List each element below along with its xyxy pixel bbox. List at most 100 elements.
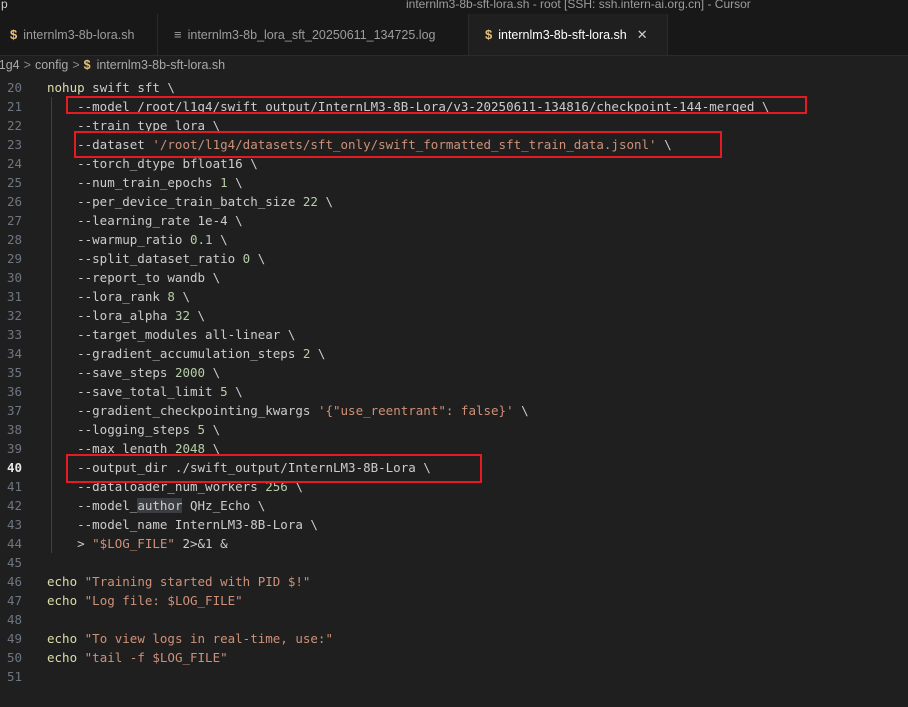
code-line[interactable]: 28 --warmup_ratio 0.1 \ (0, 230, 908, 249)
code-line[interactable]: 50 echo "tail -f $LOG_FILE" (0, 648, 908, 667)
code-token: 22 (302, 194, 318, 209)
code-line[interactable]: 34 --gradient_accumulation_steps 2 \ (0, 344, 908, 363)
code-token: "To view logs in real-time, use:" (84, 631, 333, 646)
line-number: 34 (6, 346, 22, 361)
code-token: --per_device_train_batch_size (47, 194, 303, 209)
line-number: 38 (6, 422, 22, 437)
code-token: \ (227, 384, 243, 399)
code-token: \ (205, 422, 221, 437)
code-line[interactable]: 43 --model_name InternLM3-8B-Lora \ (0, 515, 908, 534)
code-token: \ (212, 232, 228, 247)
code-token: --model_ (47, 498, 138, 513)
line-code: echo "Training started with PID $!" (47, 572, 310, 591)
code-line[interactable]: 42 --model_author QHz_Echo \ (0, 496, 908, 515)
tab-internlm3-8b-lora-sh[interactable]: $ internlm3-8b-lora.sh (0, 14, 158, 55)
dollar-icon: $ (83, 58, 91, 72)
title-bar-left-text: p (1, 0, 8, 11)
code-token: 2000 (174, 365, 206, 380)
breadcrumb-file[interactable]: internlm3-8b-sft-lora.sh (97, 58, 226, 72)
code-token: "tail -f $LOG_FILE" (84, 650, 228, 665)
code-token: author (137, 498, 183, 513)
code-line[interactable]: 27 --learning_rate 1e-4 \ (0, 211, 908, 230)
code-line[interactable]: 32 --lora_alpha 32 \ (0, 306, 908, 325)
code-token: --lora_alpha (47, 308, 175, 323)
breadcrumb-root[interactable]: l1g4 (0, 58, 20, 72)
code-line[interactable]: 35 --save_steps 2000 \ (0, 363, 908, 382)
code-token: 1 (220, 175, 228, 190)
line-number: 47 (6, 593, 22, 608)
line-number: 22 (6, 118, 22, 133)
code-token: swift sft \ (84, 80, 175, 95)
line-code: echo "To view logs in real-time, use:" (47, 629, 333, 648)
line-code: --save_steps 2000 \ (47, 363, 220, 382)
code-token: --model_name InternLM3-8B-Lora \ (47, 517, 318, 532)
code-token: 2>&1 & (174, 536, 228, 551)
code-line[interactable]: 33 --target_modules all-linear \ (0, 325, 908, 344)
tab-label: internlm3-8b-lora.sh (23, 27, 135, 42)
line-number: 25 (6, 175, 22, 190)
line-code: --gradient_accumulation_steps 2 \ (47, 344, 325, 363)
code-token: --report_to wandb \ (47, 270, 221, 285)
line-number: 37 (6, 403, 22, 418)
tab-sft-log[interactable]: ≡ internlm3-8b_lora_sft_20250611_134725.… (158, 14, 469, 55)
code-line[interactable]: 25 --num_train_epochs 1 \ (0, 173, 908, 192)
line-code: echo "tail -f $LOG_FILE" (47, 648, 228, 667)
code-token: "Training started with PID $!" (84, 574, 311, 589)
code-token: \ (317, 194, 333, 209)
code-line[interactable]: 36 --save_total_limit 5 \ (0, 382, 908, 401)
code-token: --target_modules all-linear \ (47, 327, 296, 342)
tab-bar: $ internlm3-8b-lora.sh ≡ internlm3-8b_lo… (0, 14, 908, 56)
line-number: 20 (6, 80, 22, 95)
breadcrumb-folder[interactable]: config (35, 58, 68, 72)
code-line[interactable]: 26 --per_device_train_batch_size 22 \ (0, 192, 908, 211)
code-line[interactable]: 49 echo "To view logs in real-time, use:" (0, 629, 908, 648)
code-token: --logging_steps (47, 422, 198, 437)
code-token: 0.1 (190, 232, 213, 247)
chevron-right-icon: > (72, 58, 80, 72)
code-line[interactable]: 20 nohup swift sft \ (0, 78, 908, 97)
tab-label: internlm3-8b-sft-lora.sh (498, 27, 627, 42)
code-line[interactable]: 29 --split_dataset_ratio 0 \ (0, 249, 908, 268)
code-line[interactable]: 45 (0, 553, 908, 572)
tab-internlm3-8b-sft-lora-sh[interactable]: $ internlm3-8b-sft-lora.sh ✕ (469, 14, 668, 55)
code-line[interactable]: 30 --report_to wandb \ (0, 268, 908, 287)
line-number: 29 (6, 251, 22, 266)
line-number: 49 (6, 631, 22, 646)
line-code: echo "Log file: $LOG_FILE" (47, 591, 243, 610)
code-token: --torch_dtype bfloat16 \ (47, 156, 258, 171)
annotation-box-model (66, 96, 807, 114)
code-line[interactable]: 48 (0, 610, 908, 629)
line-number: 33 (6, 327, 22, 342)
code-line[interactable]: 46 echo "Training started with PID $!" (0, 572, 908, 591)
code-line[interactable]: 37 --gradient_checkpointing_kwargs '{"us… (0, 401, 908, 420)
code-token: \ (174, 289, 191, 304)
line-number: 32 (6, 308, 22, 323)
line-code: --num_train_epochs 1 \ (47, 173, 243, 192)
code-line[interactable]: 31 --lora_rank 8 \ (0, 287, 908, 306)
code-token: --gradient_checkpointing_kwargs (47, 403, 318, 418)
line-code: --model_author QHz_Echo \ (47, 496, 265, 515)
line-code: --learning_rate 1e-4 \ (47, 211, 243, 230)
line-code: --gradient_checkpointing_kwargs '{"use_r… (47, 401, 529, 420)
code-line[interactable]: 51 (0, 667, 908, 686)
code-token: 8 (167, 289, 175, 304)
code-token: 32 (174, 308, 190, 323)
code-token: QHz_Echo \ (182, 498, 266, 513)
line-number: 50 (6, 650, 22, 665)
line-code: --lora_rank 8 \ (47, 287, 190, 306)
code-editor[interactable]: 20 nohup swift sft \ 21 --model /root/l1g4… (0, 78, 908, 707)
close-icon[interactable]: ✕ (637, 27, 648, 43)
code-line[interactable]: 44 > "$LOG_FILE" 2>&1 & (0, 534, 908, 553)
line-number: 23 (6, 137, 22, 152)
line-number: 28 (6, 232, 22, 247)
code-token: --warmup_ratio (47, 232, 190, 247)
breadcrumb: l1g4 > config > $ internlm3-8b-sft-lora.… (0, 55, 908, 75)
line-number: 43 (6, 517, 22, 532)
code-token: \ (205, 365, 221, 380)
code-line[interactable]: 38 --logging_steps 5 \ (0, 420, 908, 439)
line-code: nohup swift sft \ (47, 78, 175, 97)
code-token: --lora_rank (47, 289, 168, 304)
code-line[interactable]: 47 echo "Log file: $LOG_FILE" (0, 591, 908, 610)
